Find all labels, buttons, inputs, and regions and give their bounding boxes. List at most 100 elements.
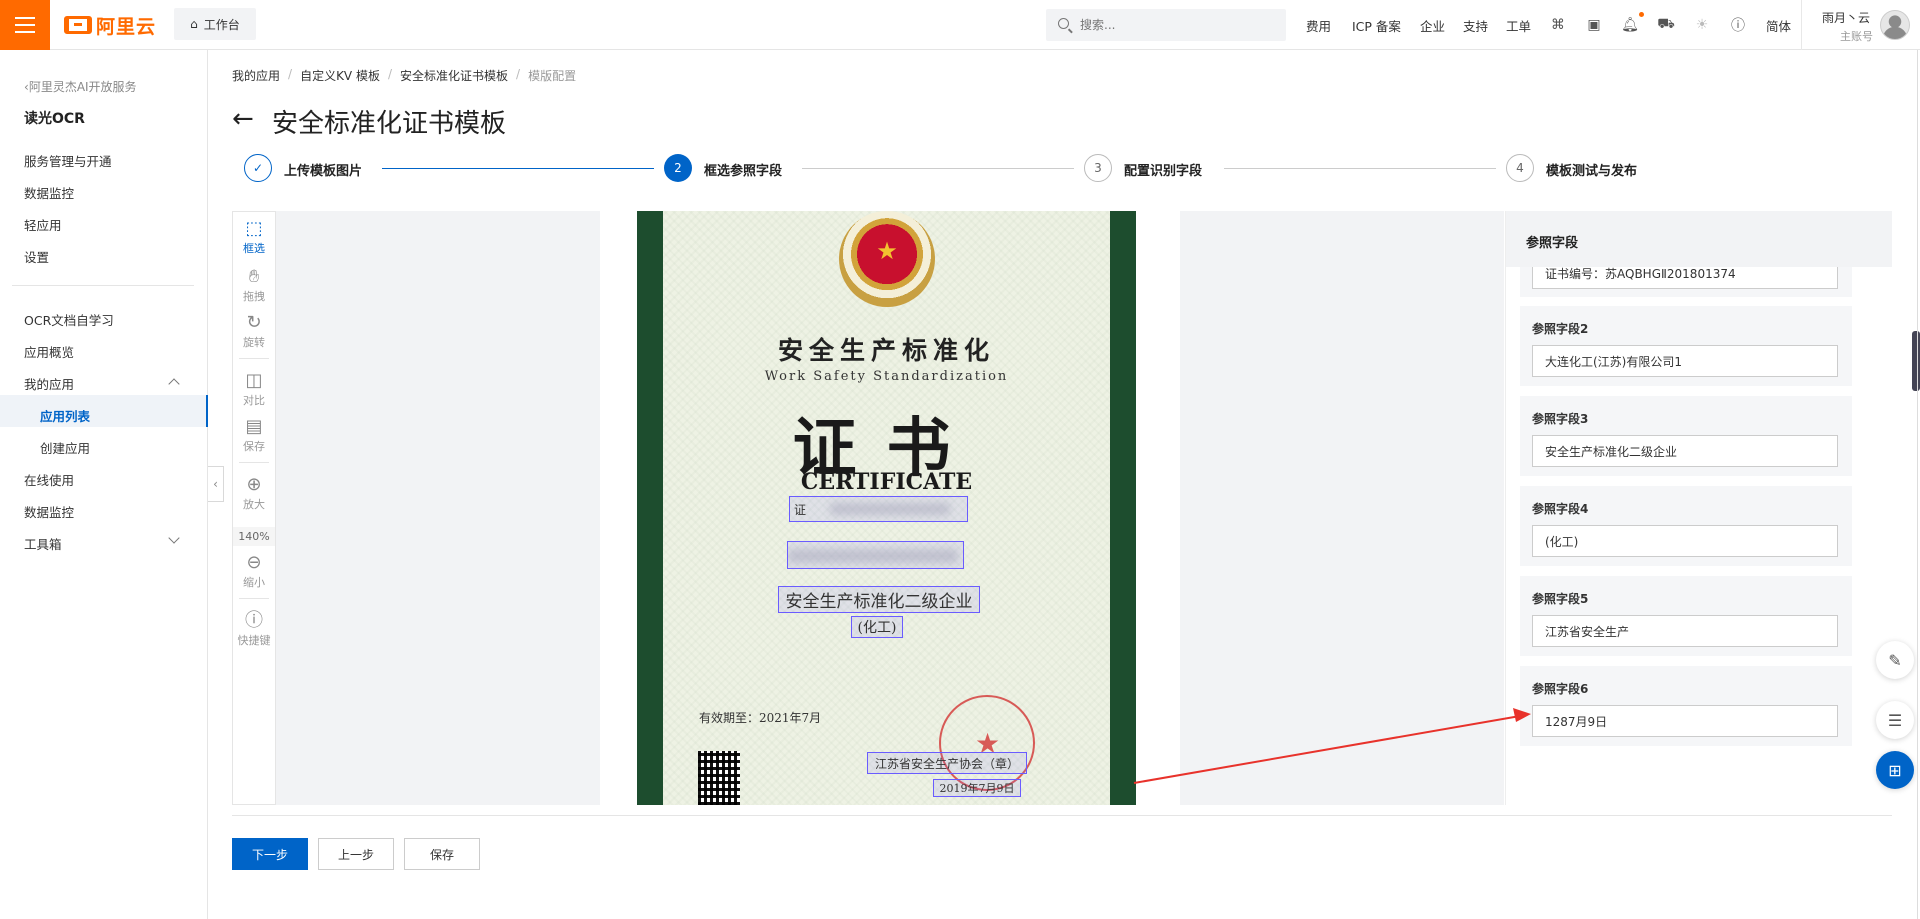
lightbulb-icon[interactable]: ☀ xyxy=(1693,16,1711,34)
cert-certificate-word: CERTIFICATE xyxy=(800,469,973,495)
nav-icp[interactable]: ICP 备案 xyxy=(1352,0,1401,50)
field-3-input[interactable] xyxy=(1532,435,1838,467)
back-arrow-icon[interactable]: ← xyxy=(232,104,254,134)
field-1-input[interactable] xyxy=(1532,267,1838,289)
ref-box-5[interactable]: 江苏省安全生产协会（章） xyxy=(867,752,1027,774)
sidebar-item-my-apps[interactable]: 我的应用 xyxy=(24,374,74,393)
nav-support[interactable]: 支持 xyxy=(1463,0,1488,50)
cart-icon[interactable]: ⛟ xyxy=(1657,16,1675,34)
edit-icon[interactable]: ✎ xyxy=(1876,641,1914,679)
field-6-input[interactable] xyxy=(1532,705,1838,737)
zoom-out-icon: ⊖ xyxy=(246,552,262,573)
sidebar-item-online-use[interactable]: 在线使用 xyxy=(24,470,74,489)
cloud-shell-icon[interactable]: ⌘ xyxy=(1549,16,1567,34)
question-icon: ⓘ xyxy=(245,610,263,631)
breadcrumb-kv-template[interactable]: 自定义KV 模板 xyxy=(300,67,380,84)
nav-ticket[interactable]: 工单 xyxy=(1506,0,1531,50)
nav-billing[interactable]: 费用 xyxy=(1306,0,1331,50)
chevron-down-icon[interactable] xyxy=(168,532,180,544)
field-3-label: 参照字段3 xyxy=(1532,412,1589,426)
tool-select[interactable]: ⬚ 框选 xyxy=(233,218,275,256)
sidebar-item-light-app[interactable]: 轻应用 xyxy=(24,215,62,234)
field-card-3: 参照字段3 xyxy=(1520,396,1852,476)
ref-box-4[interactable]: (化工) xyxy=(851,616,903,638)
field-4-input[interactable] xyxy=(1532,525,1838,557)
hand-icon: ✋︎ xyxy=(248,266,260,287)
aliyun-logo-mark xyxy=(64,16,92,34)
menu-icon[interactable] xyxy=(0,0,50,50)
tool-zoom-in[interactable]: ⊕ 放大 xyxy=(233,474,275,512)
field-card-6: 参照字段6 xyxy=(1520,666,1852,746)
step-1-label: 上传模板图片 xyxy=(284,164,363,179)
toolbox-divider xyxy=(239,462,269,463)
language-switch[interactable]: 简体 xyxy=(1766,0,1791,50)
tool-zoom-out[interactable]: ⊖ 缩小 xyxy=(233,552,275,590)
sidebar-item-settings[interactable]: 设置 xyxy=(24,247,49,266)
breadcrumb-my-apps[interactable]: 我的应用 xyxy=(232,67,280,84)
save-button[interactable]: 保存 xyxy=(404,838,480,870)
ref-box-6[interactable]: 2019年7月9日 xyxy=(933,779,1021,797)
next-step-button[interactable]: 下一步 xyxy=(232,838,308,870)
breadcrumb-separator: / xyxy=(387,67,393,81)
field-5-input[interactable] xyxy=(1532,615,1838,647)
toolbox-divider xyxy=(239,358,269,359)
redacted-number xyxy=(830,503,950,515)
breadcrumb-separator: / xyxy=(516,67,521,81)
chevron-up-icon[interactable] xyxy=(168,378,180,390)
step-3-number: 3 xyxy=(1084,154,1112,182)
sidebar-item-app-list[interactable]: 应用列表 xyxy=(40,406,90,425)
step-4-label: 模板测试与发布 xyxy=(1546,164,1638,179)
sidebar-item-app-overview[interactable]: 应用概览 xyxy=(24,342,74,361)
certificate-image[interactable]: ★ 安全生产标准化 Work Safety Standardization 证书… xyxy=(637,211,1136,805)
aliyun-logo[interactable]: 阿里云 xyxy=(64,13,156,38)
stepper: ✓ 上传模板图片 2 框选参照字段 3 配置识别字段 4 模板测试与发布 xyxy=(232,154,1648,186)
breadcrumb-cert-template[interactable]: 安全标准化证书模板 xyxy=(400,67,508,84)
tool-shortcuts[interactable]: ⓘ 快捷键 xyxy=(233,610,275,648)
step-connector xyxy=(802,168,1074,169)
prev-step-button[interactable]: 上一步 xyxy=(318,838,394,870)
user-role: 主账号 xyxy=(1840,30,1873,43)
cert-title-cn: 安全生产标准化 xyxy=(777,336,995,365)
field-2-label: 参照字段2 xyxy=(1532,322,1589,336)
step-2-label: 框选参照字段 xyxy=(704,164,783,179)
field-4-label: 参照字段4 xyxy=(1532,502,1589,516)
chat-icon[interactable]: ☰ xyxy=(1876,701,1914,739)
tool-drag[interactable]: ✋︎ 拖拽 xyxy=(233,266,275,304)
sidebar-item-service-management[interactable]: 服务管理与开通 xyxy=(24,151,112,170)
top-bar: 阿里云 ⌂ 工作台 费用 ICP 备案 企业 支持 工单 ⌘ ▣ 🔔︎ ⛟ ☀ … xyxy=(0,0,1920,50)
workbench-button[interactable]: ⌂ 工作台 xyxy=(174,8,256,40)
sidebar-item-ocr-selflearn[interactable]: OCR文档自学习 xyxy=(24,310,114,329)
topbar-divider xyxy=(1801,0,1802,50)
field-2-input[interactable] xyxy=(1532,345,1838,377)
nav-enterprise[interactable]: 企业 xyxy=(1420,0,1445,50)
ref-box-1[interactable]: 证 xyxy=(789,496,968,522)
help-icon[interactable]: ⓘ xyxy=(1729,16,1747,34)
sidebar-item-toolbox[interactable]: 工具箱 xyxy=(24,534,62,553)
step-3-label: 配置识别字段 xyxy=(1124,164,1203,179)
apps-grid-icon[interactable]: ⊞ xyxy=(1876,751,1914,789)
side-scroll-handle[interactable] xyxy=(1912,331,1920,391)
product-title: 读光OCR xyxy=(24,111,85,127)
save-icon: ▤ xyxy=(245,416,263,437)
ref-box-2[interactable] xyxy=(787,541,964,569)
tool-compare[interactable]: ◫ 对比 xyxy=(233,370,275,408)
sidebar-collapse-handle[interactable]: ‹ xyxy=(208,466,224,502)
sidebar-item-data-monitor[interactable]: 数据监控 xyxy=(24,183,74,202)
avatar[interactable] xyxy=(1880,10,1910,40)
cert-valid-date: 有效期至：2021年7月 xyxy=(699,711,822,725)
tool-rotate[interactable]: ↻ 旋转 xyxy=(233,312,275,350)
bell-icon[interactable]: 🔔︎ xyxy=(1621,16,1639,34)
sidebar-item-create-app[interactable]: 创建应用 xyxy=(40,438,90,457)
page-title: 安全标准化证书模板 xyxy=(272,109,507,139)
qr-code xyxy=(698,751,740,805)
search-input[interactable] xyxy=(1046,9,1286,41)
cert-title-en: Work Safety Standardization xyxy=(764,369,1009,384)
ref-box-3[interactable]: 安全生产标准化二级企业 xyxy=(778,586,980,613)
annotation-canvas[interactable]: ★ 安全生产标准化 Work Safety Standardization 证书… xyxy=(276,211,1504,805)
user-name[interactable]: 雨月丶云 xyxy=(1822,9,1870,26)
sidebar-item-data-monitor-2[interactable]: 数据监控 xyxy=(24,502,74,521)
step-connector xyxy=(1224,168,1496,169)
terminal-icon[interactable]: ▣ xyxy=(1585,16,1603,34)
tool-save[interactable]: ▤ 保存 xyxy=(233,416,275,454)
back-to-service-link[interactable]: ‹阿里灵杰AI开放服务 xyxy=(24,78,137,95)
